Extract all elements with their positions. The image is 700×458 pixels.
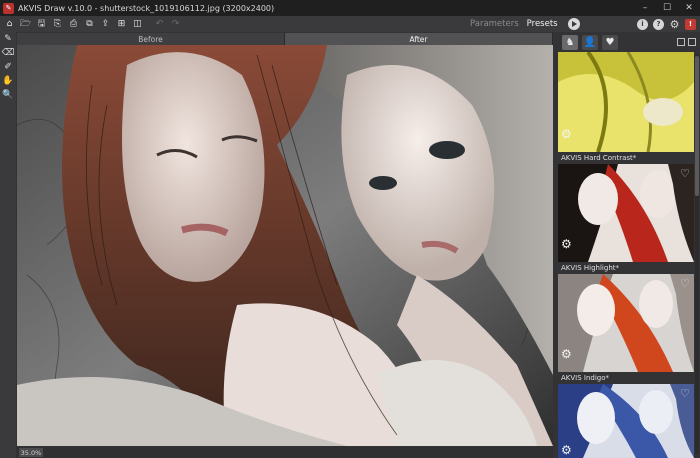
favorites-heart-icon[interactable]: ♥ (602, 35, 618, 50)
share-icon[interactable]: ⇪ (99, 18, 112, 30)
preset-thumbnail (558, 164, 694, 262)
zoom-tool-icon[interactable]: 🔍 (0, 88, 16, 102)
minimize-button[interactable]: – (634, 0, 656, 16)
tools-panel: ✎ ⌫ ✐ ✋ 🔍 (0, 32, 16, 458)
redo-icon[interactable]: ↷ (169, 18, 182, 30)
tab-parameters[interactable]: Parameters (470, 19, 519, 29)
play-icon (571, 21, 577, 27)
all-presets-icon[interactable]: ♞ (562, 35, 578, 50)
preset-thumbnail (558, 52, 694, 152)
main-toolbar: ⌂ 🗁 🖫 ⎘ ⎙ ⧉ ⇪ ⊞ ◫ ↶ ↷ Parameters Presets… (0, 16, 700, 32)
plugin-icon[interactable]: ⊞ (115, 18, 128, 30)
preset-thumbnail (558, 384, 694, 458)
favorite-heart-icon[interactable]: ♡ (679, 388, 691, 399)
close-button[interactable]: ✕ (678, 0, 700, 16)
window-title: AKVIS Draw v.10.0 - shutterstock_1019106… (18, 3, 275, 13)
favorite-heart-icon[interactable]: ♡ (679, 168, 691, 179)
tab-presets[interactable]: Presets (527, 19, 558, 29)
print-icon[interactable]: ⎙ (67, 18, 80, 30)
preset-card[interactable]: ⚙ (558, 52, 694, 152)
undo-icon[interactable]: ↶ (153, 18, 166, 30)
before-after-bar: Before After (17, 33, 553, 45)
help-icon[interactable]: ? (653, 18, 664, 30)
presets-panel: ♞ 👤 ♥ ⚙ AKVIS Hard Contrast* ⚙ ♡ AKVIS H… (556, 32, 700, 458)
app-logo-icon: ✎ (3, 2, 14, 14)
list-view-icon[interactable] (688, 38, 696, 46)
save-file-icon[interactable]: 🖫 (35, 18, 48, 30)
settings-gear-icon[interactable]: ⚙ (669, 18, 680, 31)
home-icon[interactable]: ⌂ (3, 18, 16, 30)
preset-card[interactable]: AKVIS Highlight* ⚙ ♡ (558, 264, 694, 372)
maximize-button[interactable]: ☐ (656, 0, 678, 16)
status-bar: 35.0% (17, 447, 553, 458)
open-file-icon[interactable]: 🗁 (19, 18, 32, 30)
scrollbar-thumb[interactable] (695, 56, 699, 196)
preset-settings-gear-icon[interactable]: ⚙ (561, 444, 573, 456)
compare-icon[interactable]: ◫ (131, 18, 144, 30)
preset-settings-gear-icon[interactable]: ⚙ (561, 238, 573, 250)
notifications-icon[interactable]: ! (685, 18, 696, 30)
presets-header: ♞ 👤 ♥ (556, 32, 700, 52)
hand-tool-icon[interactable]: ✋ (0, 74, 16, 88)
preset-label: AKVIS Hard Contrast* (561, 154, 637, 162)
eraser-tool-icon[interactable]: ⌫ (0, 46, 16, 60)
batch-icon[interactable]: ⧉ (83, 18, 96, 30)
title-bar: ✎ AKVIS Draw v.10.0 - shutterstock_10191… (0, 0, 700, 16)
after-tab[interactable]: After (285, 33, 553, 45)
preset-label: AKVIS Indigo* (561, 374, 610, 382)
run-button[interactable] (567, 18, 580, 30)
preset-settings-gear-icon[interactable]: ⚙ (561, 128, 573, 140)
presets-scrollbar[interactable] (695, 54, 699, 454)
preset-thumbnail (558, 274, 694, 372)
favorite-heart-icon[interactable]: ♡ (679, 278, 691, 289)
history-brush-icon[interactable]: ✐ (0, 60, 16, 74)
before-tab[interactable]: Before (17, 33, 285, 45)
grid-view-icon[interactable] (677, 38, 685, 46)
zoom-level[interactable]: 35.0% (19, 448, 43, 457)
image-canvas[interactable] (17, 45, 553, 446)
pencil-tool-icon[interactable]: ✎ (0, 32, 16, 46)
preset-settings-gear-icon[interactable]: ⚙ (561, 348, 573, 360)
export-icon[interactable]: ⎘ (51, 18, 64, 30)
info-icon[interactable]: i (637, 18, 648, 30)
app-window: ✎ AKVIS Draw v.10.0 - shutterstock_10191… (0, 0, 700, 458)
preset-card[interactable]: AKVIS Indigo* ⚙ ♡ (558, 374, 694, 458)
preset-card[interactable]: AKVIS Hard Contrast* ⚙ ♡ (558, 154, 694, 262)
user-presets-icon[interactable]: 👤 (582, 35, 598, 50)
sketch-image (17, 45, 553, 446)
preset-label: AKVIS Highlight* (561, 264, 620, 272)
